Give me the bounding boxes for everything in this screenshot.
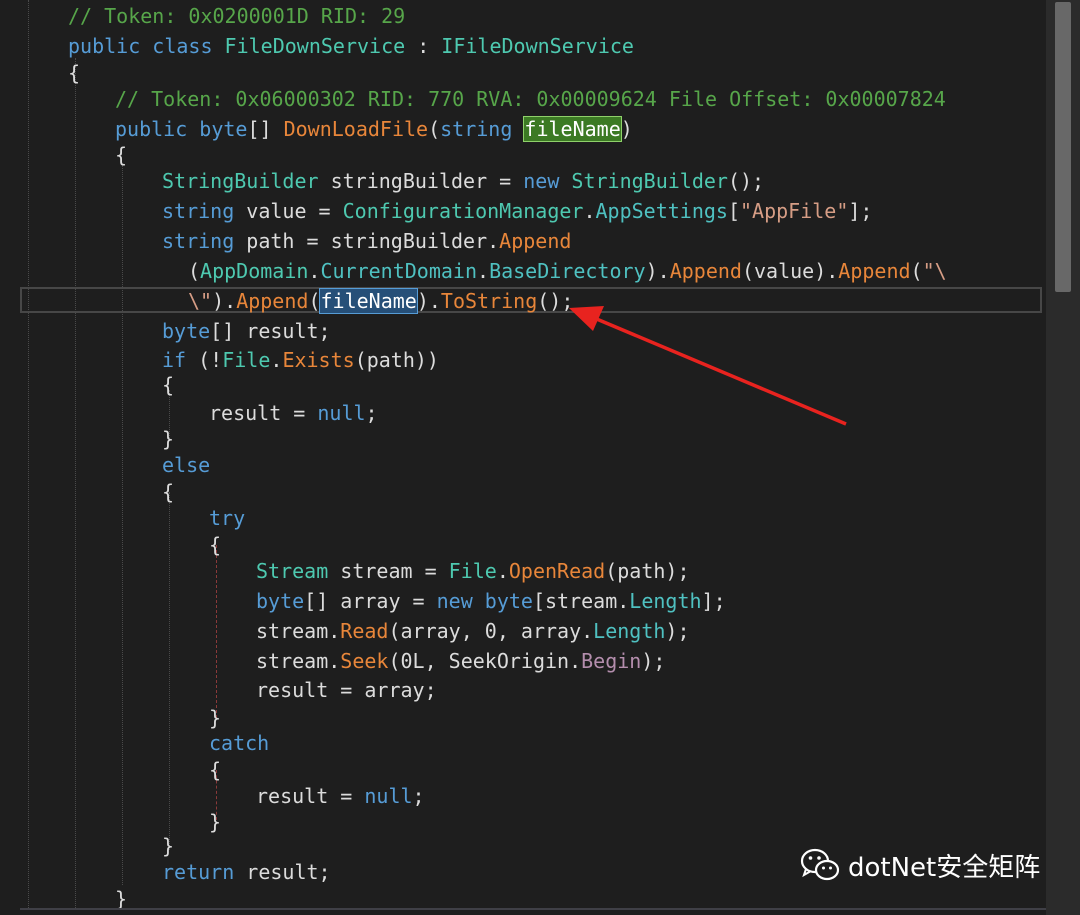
red-arrow-icon bbox=[569, 306, 847, 426]
watermark-text: dotNet安全矩阵 bbox=[848, 852, 1041, 883]
wechat-icon bbox=[800, 848, 840, 881]
watermark: dotNet安全矩阵 bbox=[800, 845, 1040, 885]
